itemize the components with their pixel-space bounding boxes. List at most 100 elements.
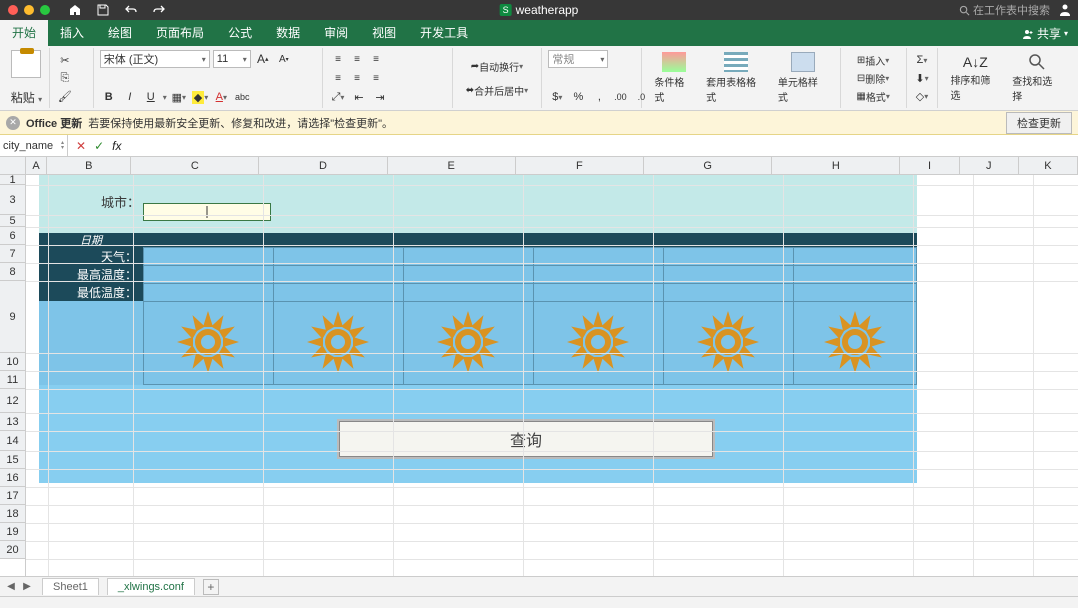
font-color-button[interactable]: A▾	[212, 88, 230, 106]
cut-icon[interactable]: ✂	[56, 51, 74, 69]
undo-icon[interactable]	[124, 3, 138, 17]
copy-icon[interactable]: ⎘	[56, 69, 74, 87]
user-icon[interactable]	[1058, 3, 1072, 17]
col-header-c[interactable]: C	[131, 157, 259, 174]
minimize-window-button[interactable]	[24, 5, 34, 15]
tab-review[interactable]: 审阅	[312, 20, 360, 46]
row-header-18[interactable]: 18	[0, 505, 25, 523]
search-input[interactable]: 在工作表中搜索	[959, 2, 1050, 18]
tab-insert[interactable]: 插入	[48, 20, 96, 46]
autosum-button[interactable]: Σ▾	[913, 51, 932, 69]
number-format-select[interactable]: 常规▾	[548, 50, 608, 68]
city-input[interactable]	[143, 203, 271, 221]
paste-icon[interactable]	[11, 50, 41, 78]
row-header-1[interactable]: 1	[0, 175, 25, 185]
cells-area[interactable]: 城市： 日期 天气： 最高温度： 最低温度： 查询	[26, 175, 1078, 577]
cell-style-button[interactable]: 单元格样式	[772, 50, 834, 106]
align-left[interactable]: ≡	[329, 69, 347, 87]
fill-color-button[interactable]: ◆▾	[191, 88, 209, 106]
increase-decimal-icon[interactable]: .00	[611, 88, 629, 106]
delete-cells-button[interactable]: ⊟ 删除 ▾	[847, 69, 900, 87]
row-header-19[interactable]: 19	[0, 523, 25, 541]
phonetic-button[interactable]: abc	[233, 88, 251, 106]
col-header-e[interactable]: E	[388, 157, 516, 174]
tab-formulas[interactable]: 公式	[216, 20, 264, 46]
percent-button[interactable]: %	[569, 88, 587, 106]
check-updates-button[interactable]: 检查更新	[1006, 112, 1072, 134]
maximize-window-button[interactable]	[40, 5, 50, 15]
paste-button[interactable]: 粘贴 ▾	[11, 89, 42, 106]
col-header-f[interactable]: F	[516, 157, 644, 174]
decrease-font-icon[interactable]: A▾	[275, 50, 293, 68]
align-top-right[interactable]: ≡	[367, 50, 385, 68]
row-header-9[interactable]: 9	[0, 281, 25, 353]
add-sheet-button[interactable]: +	[203, 579, 219, 595]
merge-center-button[interactable]: ⬌ 合并后居中 ▾	[459, 81, 536, 99]
clear-button[interactable]: ◇▾	[913, 87, 932, 105]
fill-button[interactable]: ⬇▾	[913, 69, 932, 87]
row-header-5[interactable]: 5	[0, 215, 25, 227]
col-header-g[interactable]: G	[644, 157, 772, 174]
row-header-11[interactable]: 11	[0, 371, 25, 389]
row-header-13[interactable]: 13	[0, 413, 25, 431]
close-notification-button[interactable]: ✕	[6, 116, 20, 130]
col-header-j[interactable]: J	[960, 157, 1019, 174]
wrap-text-button[interactable]: ➦ 自动换行 ▾	[459, 57, 536, 75]
share-button[interactable]: 共享 ▾	[1012, 21, 1078, 46]
border-button[interactable]: ▦▾	[170, 88, 188, 106]
col-header-i[interactable]: I	[900, 157, 959, 174]
sort-filter-button[interactable]: A↓Z排序和筛选	[944, 52, 1006, 104]
sheet-tab-xlwings[interactable]: _xlwings.conf	[107, 578, 195, 595]
font-size-select[interactable]: 11▾	[213, 50, 251, 68]
row-header-20[interactable]: 20	[0, 541, 25, 559]
tab-data[interactable]: 数据	[264, 20, 312, 46]
tab-home[interactable]: 开始	[0, 20, 48, 46]
close-window-button[interactable]	[8, 5, 18, 15]
formula-input[interactable]	[129, 135, 1078, 156]
align-top-center[interactable]: ≡	[348, 50, 366, 68]
comma-button[interactable]: ,	[590, 88, 608, 106]
align-right[interactable]: ≡	[367, 69, 385, 87]
conditional-format-button[interactable]: 条件格式	[648, 50, 700, 106]
select-all-corner[interactable]	[0, 157, 26, 174]
font-family-select[interactable]: 宋体 (正文)▾	[100, 50, 210, 68]
italic-button[interactable]: I	[121, 88, 139, 106]
tab-draw[interactable]: 绘图	[96, 20, 144, 46]
col-header-d[interactable]: D	[259, 157, 387, 174]
col-header-k[interactable]: K	[1019, 157, 1078, 174]
name-box[interactable]: city_name▴▾	[0, 135, 68, 156]
row-header-14[interactable]: 14	[0, 431, 25, 451]
col-header-a[interactable]: A	[26, 157, 48, 174]
insert-function-icon[interactable]: fx	[112, 139, 121, 153]
sheet-nav-prev[interactable]: ◀	[4, 580, 18, 594]
row-header-3[interactable]: 3	[0, 185, 25, 215]
orientation-button[interactable]: ⤢▾	[329, 88, 347, 106]
row-header-17[interactable]: 17	[0, 487, 25, 505]
decrease-indent-icon[interactable]: ⇤	[350, 88, 368, 106]
tab-page-layout[interactable]: 页面布局	[144, 20, 216, 46]
row-header-8[interactable]: 8	[0, 263, 25, 281]
row-header-12[interactable]: 12	[0, 389, 25, 413]
confirm-edit-icon[interactable]: ✓	[94, 139, 104, 153]
row-header-6[interactable]: 6	[0, 227, 25, 245]
cancel-edit-icon[interactable]: ✕	[76, 139, 86, 153]
row-header-7[interactable]: 7	[0, 245, 25, 263]
tab-view[interactable]: 视图	[360, 20, 408, 46]
col-header-h[interactable]: H	[772, 157, 900, 174]
tab-developer[interactable]: 开发工具	[408, 20, 480, 46]
insert-cells-button[interactable]: ⊞ 插入 ▾	[847, 51, 900, 69]
col-header-b[interactable]: B	[47, 157, 131, 174]
format-cells-button[interactable]: ▦ 格式 ▾	[847, 87, 900, 105]
save-icon[interactable]	[96, 3, 110, 17]
sheet-nav-next[interactable]: ▶	[20, 580, 34, 594]
row-header-10[interactable]: 10	[0, 353, 25, 371]
currency-button[interactable]: $▾	[548, 88, 566, 106]
sheet-tab-sheet1[interactable]: Sheet1	[42, 578, 99, 595]
format-painter-icon[interactable]: 🖌	[56, 87, 74, 105]
find-select-button[interactable]: 查找和选择	[1006, 51, 1068, 105]
home-icon[interactable]	[68, 3, 82, 17]
row-header-15[interactable]: 15	[0, 451, 25, 469]
row-header-16[interactable]: 16	[0, 469, 25, 487]
align-center[interactable]: ≡	[348, 69, 366, 87]
align-top-left[interactable]: ≡	[329, 50, 347, 68]
